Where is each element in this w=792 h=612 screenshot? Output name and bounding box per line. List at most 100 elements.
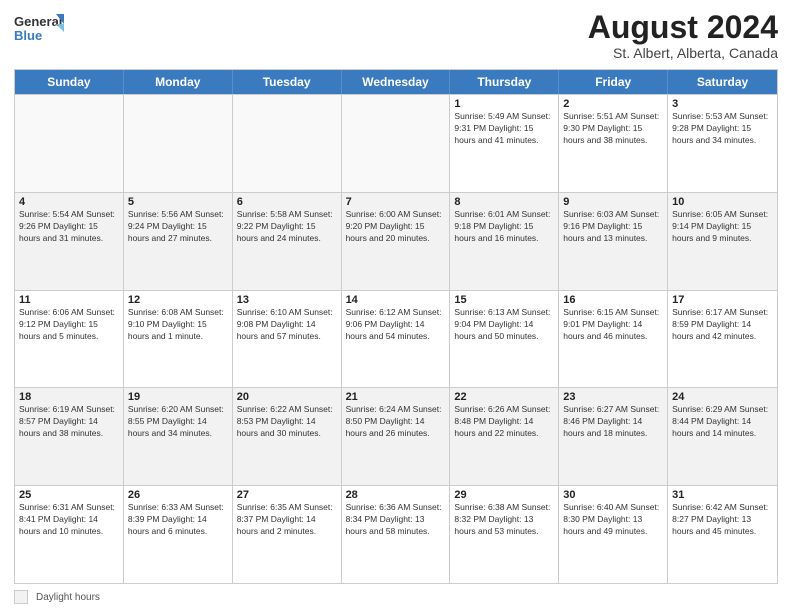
calendar-cell: 18Sunrise: 6:19 AM Sunset: 8:57 PM Dayli… [15,388,124,485]
day-info: Sunrise: 6:22 AM Sunset: 8:53 PM Dayligh… [237,404,337,440]
day-number: 23 [563,391,663,403]
svg-text:Blue: Blue [14,28,42,43]
day-info: Sunrise: 5:51 AM Sunset: 9:30 PM Dayligh… [563,111,663,147]
page: General Blue August 2024 St. Albert, Alb… [0,0,792,612]
day-info: Sunrise: 6:27 AM Sunset: 8:46 PM Dayligh… [563,404,663,440]
legend-box [14,590,28,604]
calendar-cell: 28Sunrise: 6:36 AM Sunset: 8:34 PM Dayli… [342,486,451,583]
calendar-cell: 5Sunrise: 5:56 AM Sunset: 9:24 PM Daylig… [124,193,233,290]
month-title: August 2024 [588,10,778,45]
day-info: Sunrise: 6:38 AM Sunset: 8:32 PM Dayligh… [454,502,554,538]
day-info: Sunrise: 6:01 AM Sunset: 9:18 PM Dayligh… [454,209,554,245]
calendar-cell: 26Sunrise: 6:33 AM Sunset: 8:39 PM Dayli… [124,486,233,583]
calendar-cell: 27Sunrise: 6:35 AM Sunset: 8:37 PM Dayli… [233,486,342,583]
calendar-row: 18Sunrise: 6:19 AM Sunset: 8:57 PM Dayli… [15,387,777,485]
calendar-cell: 20Sunrise: 6:22 AM Sunset: 8:53 PM Dayli… [233,388,342,485]
day-number: 15 [454,294,554,306]
day-number: 17 [672,294,773,306]
day-info: Sunrise: 6:06 AM Sunset: 9:12 PM Dayligh… [19,307,119,343]
day-number: 20 [237,391,337,403]
day-number: 29 [454,489,554,501]
day-info: Sunrise: 6:24 AM Sunset: 8:50 PM Dayligh… [346,404,446,440]
day-number: 10 [672,196,773,208]
calendar-cell: 7Sunrise: 6:00 AM Sunset: 9:20 PM Daylig… [342,193,451,290]
calendar-header-cell: Friday [559,70,668,94]
calendar-row: 4Sunrise: 5:54 AM Sunset: 9:26 PM Daylig… [15,192,777,290]
calendar-cell: 16Sunrise: 6:15 AM Sunset: 9:01 PM Dayli… [559,291,668,388]
calendar-header-cell: Thursday [450,70,559,94]
calendar-cell: 17Sunrise: 6:17 AM Sunset: 8:59 PM Dayli… [668,291,777,388]
day-number: 16 [563,294,663,306]
calendar-cell: 8Sunrise: 6:01 AM Sunset: 9:18 PM Daylig… [450,193,559,290]
day-number: 12 [128,294,228,306]
calendar-cell: 9Sunrise: 6:03 AM Sunset: 9:16 PM Daylig… [559,193,668,290]
calendar-cell: 29Sunrise: 6:38 AM Sunset: 8:32 PM Dayli… [450,486,559,583]
day-info: Sunrise: 6:40 AM Sunset: 8:30 PM Dayligh… [563,502,663,538]
calendar-cell: 2Sunrise: 5:51 AM Sunset: 9:30 PM Daylig… [559,95,668,192]
calendar-cell: 11Sunrise: 6:06 AM Sunset: 9:12 PM Dayli… [15,291,124,388]
calendar-cell: 25Sunrise: 6:31 AM Sunset: 8:41 PM Dayli… [15,486,124,583]
day-number: 9 [563,196,663,208]
day-info: Sunrise: 6:19 AM Sunset: 8:57 PM Dayligh… [19,404,119,440]
day-number: 13 [237,294,337,306]
day-info: Sunrise: 6:26 AM Sunset: 8:48 PM Dayligh… [454,404,554,440]
day-number: 31 [672,489,773,501]
calendar-cell: 12Sunrise: 6:08 AM Sunset: 9:10 PM Dayli… [124,291,233,388]
day-number: 28 [346,489,446,501]
day-info: Sunrise: 5:54 AM Sunset: 9:26 PM Dayligh… [19,209,119,245]
subtitle: St. Albert, Alberta, Canada [588,45,778,61]
day-info: Sunrise: 5:49 AM Sunset: 9:31 PM Dayligh… [454,111,554,147]
day-info: Sunrise: 6:42 AM Sunset: 8:27 PM Dayligh… [672,502,773,538]
day-number: 3 [672,98,773,110]
calendar-header-cell: Saturday [668,70,777,94]
day-number: 25 [19,489,119,501]
day-info: Sunrise: 6:15 AM Sunset: 9:01 PM Dayligh… [563,307,663,343]
calendar-row: 25Sunrise: 6:31 AM Sunset: 8:41 PM Dayli… [15,485,777,583]
header: General Blue August 2024 St. Albert, Alb… [14,10,778,61]
calendar-cell: 30Sunrise: 6:40 AM Sunset: 8:30 PM Dayli… [559,486,668,583]
calendar-cell [15,95,124,192]
day-number: 4 [19,196,119,208]
day-info: Sunrise: 6:31 AM Sunset: 8:41 PM Dayligh… [19,502,119,538]
day-info: Sunrise: 6:00 AM Sunset: 9:20 PM Dayligh… [346,209,446,245]
calendar-cell: 24Sunrise: 6:29 AM Sunset: 8:44 PM Dayli… [668,388,777,485]
day-info: Sunrise: 6:05 AM Sunset: 9:14 PM Dayligh… [672,209,773,245]
calendar-row: 11Sunrise: 6:06 AM Sunset: 9:12 PM Dayli… [15,290,777,388]
day-number: 14 [346,294,446,306]
calendar: SundayMondayTuesdayWednesdayThursdayFrid… [14,69,778,584]
day-number: 24 [672,391,773,403]
day-info: Sunrise: 6:10 AM Sunset: 9:08 PM Dayligh… [237,307,337,343]
day-number: 11 [19,294,119,306]
day-number: 6 [237,196,337,208]
day-number: 1 [454,98,554,110]
day-info: Sunrise: 5:53 AM Sunset: 9:28 PM Dayligh… [672,111,773,147]
day-info: Sunrise: 6:33 AM Sunset: 8:39 PM Dayligh… [128,502,228,538]
day-number: 7 [346,196,446,208]
day-info: Sunrise: 5:56 AM Sunset: 9:24 PM Dayligh… [128,209,228,245]
footer: Daylight hours [14,590,778,604]
calendar-cell: 10Sunrise: 6:05 AM Sunset: 9:14 PM Dayli… [668,193,777,290]
day-info: Sunrise: 6:08 AM Sunset: 9:10 PM Dayligh… [128,307,228,343]
day-number: 18 [19,391,119,403]
calendar-cell: 4Sunrise: 5:54 AM Sunset: 9:26 PM Daylig… [15,193,124,290]
calendar-header: SundayMondayTuesdayWednesdayThursdayFrid… [15,70,777,94]
day-info: Sunrise: 6:17 AM Sunset: 8:59 PM Dayligh… [672,307,773,343]
day-info: Sunrise: 6:13 AM Sunset: 9:04 PM Dayligh… [454,307,554,343]
calendar-row: 1Sunrise: 5:49 AM Sunset: 9:31 PM Daylig… [15,94,777,192]
calendar-header-cell: Sunday [15,70,124,94]
day-number: 26 [128,489,228,501]
day-info: Sunrise: 6:03 AM Sunset: 9:16 PM Dayligh… [563,209,663,245]
calendar-cell: 1Sunrise: 5:49 AM Sunset: 9:31 PM Daylig… [450,95,559,192]
calendar-header-cell: Tuesday [233,70,342,94]
day-number: 2 [563,98,663,110]
day-info: Sunrise: 5:58 AM Sunset: 9:22 PM Dayligh… [237,209,337,245]
calendar-cell: 6Sunrise: 5:58 AM Sunset: 9:22 PM Daylig… [233,193,342,290]
day-info: Sunrise: 6:35 AM Sunset: 8:37 PM Dayligh… [237,502,337,538]
calendar-cell: 13Sunrise: 6:10 AM Sunset: 9:08 PM Dayli… [233,291,342,388]
calendar-cell: 15Sunrise: 6:13 AM Sunset: 9:04 PM Dayli… [450,291,559,388]
legend-label: Daylight hours [36,592,100,603]
day-info: Sunrise: 6:12 AM Sunset: 9:06 PM Dayligh… [346,307,446,343]
calendar-cell: 21Sunrise: 6:24 AM Sunset: 8:50 PM Dayli… [342,388,451,485]
day-info: Sunrise: 6:29 AM Sunset: 8:44 PM Dayligh… [672,404,773,440]
logo-svg: General Blue [14,10,64,48]
